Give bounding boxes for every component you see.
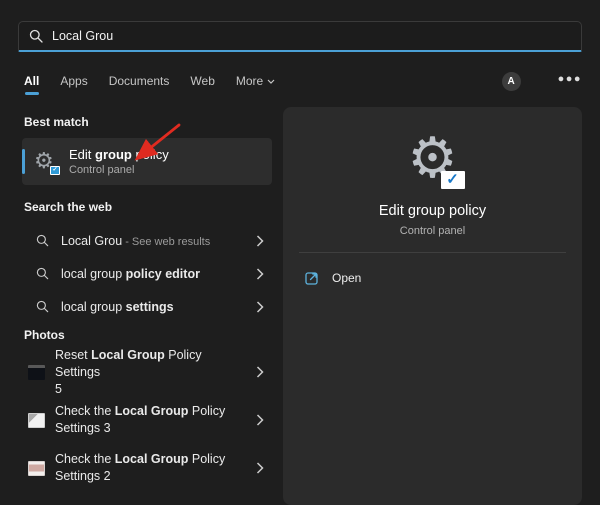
best-match-subtitle: Control panel — [69, 164, 169, 176]
suggestion-text: local group policy editor — [61, 267, 250, 281]
preview-title: Edit group policy — [283, 203, 582, 219]
photo-thumbnail — [28, 365, 45, 380]
open-action[interactable]: Open — [293, 263, 572, 293]
tab-more-label: More — [236, 74, 263, 88]
photo-result-row[interactable]: Check the Local Group Policy Settings 2 — [22, 446, 272, 490]
group-policy-icon-large: ⚙ ✓ — [401, 131, 465, 189]
search-bar[interactable] — [18, 21, 582, 52]
best-match-result[interactable]: ⚙ ✓ Edit group policy Control panel — [22, 138, 272, 185]
group-policy-icon: ⚙ ✓ — [34, 150, 58, 174]
suggestion-text: local group settings — [61, 300, 250, 314]
tab-more[interactable]: More — [236, 74, 275, 88]
tab-web[interactable]: Web — [190, 74, 214, 88]
chevron-right-icon[interactable] — [256, 268, 264, 280]
photo-thumbnail — [28, 413, 45, 428]
chevron-right-icon[interactable] — [256, 366, 264, 378]
open-external-icon — [305, 271, 319, 285]
options-menu-button[interactable]: ●●● — [558, 73, 582, 89]
web-suggestion-row[interactable]: local group policy editor — [22, 257, 272, 290]
section-header-best-match: Best match — [24, 115, 89, 129]
search-icon — [36, 234, 49, 247]
search-icon — [29, 29, 43, 43]
section-header-photos: Photos — [24, 328, 65, 342]
search-input[interactable] — [52, 29, 571, 43]
preview-subtitle: Control panel — [283, 225, 582, 237]
search-filter-tabs: All Apps Documents Web More A ●●● — [24, 71, 582, 91]
divider — [299, 252, 566, 253]
chevron-down-icon — [267, 79, 275, 84]
photo-thumbnail — [28, 461, 45, 476]
web-suggestion-row[interactable]: local group settings — [22, 290, 272, 323]
photo-result-text: Check the Local Group Policy Settings 2 — [55, 451, 250, 485]
chevron-right-icon[interactable] — [256, 462, 264, 474]
photo-result-row[interactable]: Check the Local Group Policy Settings 3 — [22, 398, 272, 442]
search-icon — [36, 267, 49, 280]
tab-apps[interactable]: Apps — [60, 74, 87, 88]
suggestion-text: Local Grou - See web results — [61, 234, 250, 248]
photo-result-row[interactable]: Reset Local Group Policy Settings 5 — [22, 350, 272, 394]
chevron-right-icon[interactable] — [256, 235, 264, 247]
tab-all[interactable]: All — [24, 74, 39, 88]
open-action-label: Open — [332, 271, 361, 285]
tab-documents[interactable]: Documents — [109, 74, 170, 88]
start-search-flyout: { "search": { "value": "Local Grou" }, "… — [0, 0, 600, 505]
photo-result-text: Check the Local Group Policy Settings 3 — [55, 403, 250, 437]
user-avatar[interactable]: A — [502, 72, 521, 91]
check-badge-icon: ✓ — [50, 166, 60, 175]
search-icon — [36, 300, 49, 313]
section-header-search-web: Search the web — [24, 200, 112, 214]
web-suggestion-row[interactable]: Local Grou - See web results — [22, 224, 272, 257]
result-preview-panel: ⚙ ✓ Edit group policy Control panel Open — [283, 107, 582, 505]
chevron-right-icon[interactable] — [256, 414, 264, 426]
check-badge-icon: ✓ — [441, 171, 465, 189]
photo-result-text: Reset Local Group Policy Settings 5 — [55, 347, 250, 398]
best-match-title: Edit group policy — [69, 147, 169, 162]
chevron-right-icon[interactable] — [256, 301, 264, 313]
